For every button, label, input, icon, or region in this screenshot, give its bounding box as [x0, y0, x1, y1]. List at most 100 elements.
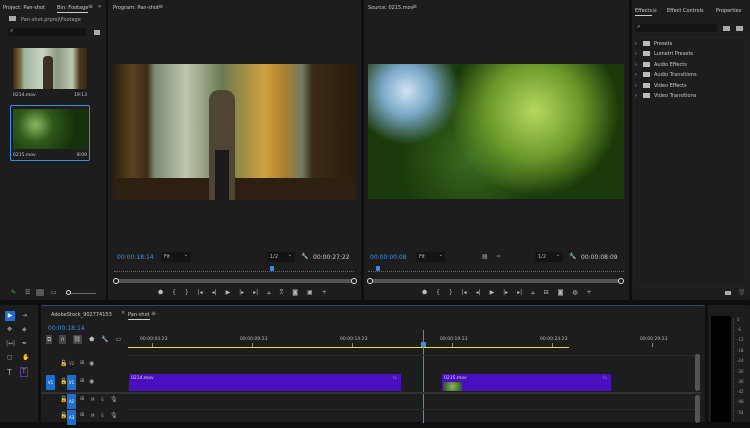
timeline-timecode[interactable]: 00:00:18:14: [48, 325, 85, 332]
tab-properties[interactable]: Properties: [716, 8, 741, 14]
program-fit-dropdown[interactable]: Fit: [161, 252, 191, 262]
program-playhead[interactable]: [270, 266, 275, 271]
pen-tool-icon[interactable]: ✒: [22, 341, 27, 347]
trash-icon[interactable]: 🗑: [738, 290, 746, 296]
track-target-a3[interactable]: A3: [67, 410, 76, 425]
yuv-effects-icon[interactable]: [736, 26, 743, 31]
program-time-ruler[interactable]: [114, 268, 354, 272]
eye-icon[interactable]: ◉: [89, 379, 94, 385]
sync-lock-icon[interactable]: ⊞: [80, 397, 84, 402]
list-view-icon[interactable]: ☰: [25, 290, 30, 296]
play-icon[interactable]: ▶: [226, 289, 231, 296]
step-back-icon[interactable]: ◂|: [476, 289, 481, 296]
new-bin-icon[interactable]: [94, 30, 100, 35]
panel-menu-icon[interactable]: ≡: [652, 8, 657, 14]
go-to-out-icon[interactable]: ▸|: [253, 289, 258, 296]
mute-button[interactable]: M: [91, 398, 94, 402]
scroll-handle-right[interactable]: [351, 278, 357, 284]
sync-lock-icon[interactable]: ⊞: [80, 379, 84, 384]
step-forward-icon[interactable]: |▸: [239, 289, 244, 296]
caption-tool-icon[interactable]: T: [20, 367, 28, 377]
rectangle-tool-icon[interactable]: ▢: [7, 355, 13, 361]
microphone-icon[interactable]: 🎙: [110, 413, 118, 419]
clip-thumbnail-0214[interactable]: 0214.mov 19:13: [10, 45, 90, 100]
microphone-icon[interactable]: 🎙: [110, 397, 118, 403]
captions-icon[interactable]: ▭: [116, 336, 122, 343]
scroll-handle-left[interactable]: [367, 278, 373, 284]
source-zoom-scrollbar[interactable]: [370, 279, 622, 283]
extract-icon[interactable]: ⩞: [280, 289, 284, 296]
program-resolution-dropdown[interactable]: 1/2: [267, 252, 295, 262]
program-zoom-scrollbar[interactable]: [116, 279, 356, 283]
track-target-v1[interactable]: V1: [67, 375, 76, 390]
timeline-ruler[interactable]: 00:00:04:23 00:00:09:23 00:00:14:23 00:0…: [128, 334, 698, 348]
settings-icon[interactable]: ◍: [572, 289, 577, 296]
clip-thumbnail-0215[interactable]: 0215.mov 8:09: [10, 105, 90, 161]
eye-icon[interactable]: ◉: [89, 361, 94, 367]
nest-icon[interactable]: ⧉: [46, 335, 53, 344]
overwrite-icon[interactable]: ⊟: [544, 289, 549, 296]
timeline-clip-0214[interactable]: 0214.mov fx: [129, 374, 401, 391]
new-bin-icon[interactable]: [725, 291, 731, 295]
track-select-tool-icon[interactable]: ⇥: [22, 313, 27, 319]
effects-folder-lumetri-presets[interactable]: › Lumetri Presets: [635, 51, 693, 57]
selection-tool-icon[interactable]: ▶: [5, 311, 15, 321]
go-to-in-icon[interactable]: |◂: [198, 289, 203, 296]
panel-menu-icon[interactable]: ≡: [88, 4, 93, 10]
add-marker-icon[interactable]: ⬟: [158, 289, 163, 296]
effects-search-input[interactable]: ⌕: [635, 24, 717, 32]
export-frame-icon[interactable]: ◙: [558, 289, 564, 296]
source-patch-v1[interactable]: V1: [46, 375, 55, 390]
timeline-clip-0215[interactable]: 0215.mov fx: [442, 374, 611, 391]
source-playhead[interactable]: [375, 266, 380, 271]
step-back-icon[interactable]: ◂|: [212, 289, 217, 296]
sync-lock-icon[interactable]: ⊞: [80, 361, 84, 366]
mark-out-icon[interactable]: }: [185, 289, 189, 296]
freeform-view-icon[interactable]: ▭: [51, 290, 57, 296]
track-target-a2[interactable]: A2: [67, 394, 76, 409]
go-to-out-icon[interactable]: ▸|: [517, 289, 522, 296]
wrench-icon[interactable]: 🔧: [569, 254, 576, 260]
solo-button[interactable]: S: [101, 398, 104, 402]
panel-menu-icon[interactable]: ≡: [158, 4, 163, 10]
add-button-icon[interactable]: +: [587, 289, 592, 296]
play-icon[interactable]: ▶: [490, 289, 495, 296]
effects-folder-video-transitions[interactable]: › Video Transitions: [635, 93, 696, 99]
accelerated-effects-icon[interactable]: [723, 26, 730, 31]
audio-tracks-scrollbar[interactable]: [695, 395, 700, 423]
ripple-edit-tool-icon[interactable]: ✥: [7, 327, 12, 333]
effects-folder-audio-transitions[interactable]: › Audio Transitions: [635, 72, 697, 78]
add-marker-icon[interactable]: ⬟: [89, 336, 94, 343]
expand-panels-icon[interactable]: »: [98, 4, 102, 10]
effects-folder-video-effects[interactable]: › Video Effects: [635, 83, 687, 89]
wrench-icon[interactable]: 🔧: [301, 254, 308, 260]
effects-folder-presets[interactable]: › Presets: [635, 41, 672, 47]
type-tool-icon[interactable]: T: [7, 369, 12, 377]
effects-folder-audio-effects[interactable]: › Audio Effects: [635, 62, 687, 68]
icon-view-icon[interactable]: [36, 289, 44, 296]
source-resolution-dropdown[interactable]: 1/2: [535, 252, 563, 262]
mark-in-icon[interactable]: {: [436, 289, 440, 296]
hand-tool-icon[interactable]: ✋: [22, 355, 29, 361]
project-search-input[interactable]: ⌕: [8, 28, 86, 36]
source-time-ruler[interactable]: [368, 268, 624, 272]
solo-button[interactable]: S: [101, 414, 104, 418]
tab-pan-shot-sequence[interactable]: Pan-shot: [128, 312, 150, 320]
export-frame-icon[interactable]: ◙: [292, 289, 298, 296]
lock-icon[interactable]: 🔓: [60, 361, 67, 367]
source-fit-dropdown[interactable]: Fit: [416, 252, 446, 262]
slip-tool-icon[interactable]: |↔|: [6, 341, 15, 347]
mark-out-icon[interactable]: }: [449, 289, 453, 296]
drag-audio-icon[interactable]: ⇹: [496, 254, 501, 260]
tab-effects[interactable]: Effects: [635, 8, 652, 16]
comparison-view-icon[interactable]: ▣: [307, 289, 313, 296]
mute-button[interactable]: M: [91, 414, 94, 418]
close-tab-icon[interactable]: ×: [121, 311, 125, 316]
add-button-icon[interactable]: +: [322, 289, 327, 296]
tab-adobestock-sequence[interactable]: AdobeStock_902774153: [51, 312, 112, 318]
tab-bin-footage[interactable]: Bin: Footage: [57, 5, 89, 13]
video-tracks-scrollbar[interactable]: [695, 354, 700, 391]
pencil-icon[interactable]: ✎: [11, 290, 16, 296]
go-to-in-icon[interactable]: |◂: [462, 289, 467, 296]
mark-in-icon[interactable]: {: [172, 289, 176, 296]
